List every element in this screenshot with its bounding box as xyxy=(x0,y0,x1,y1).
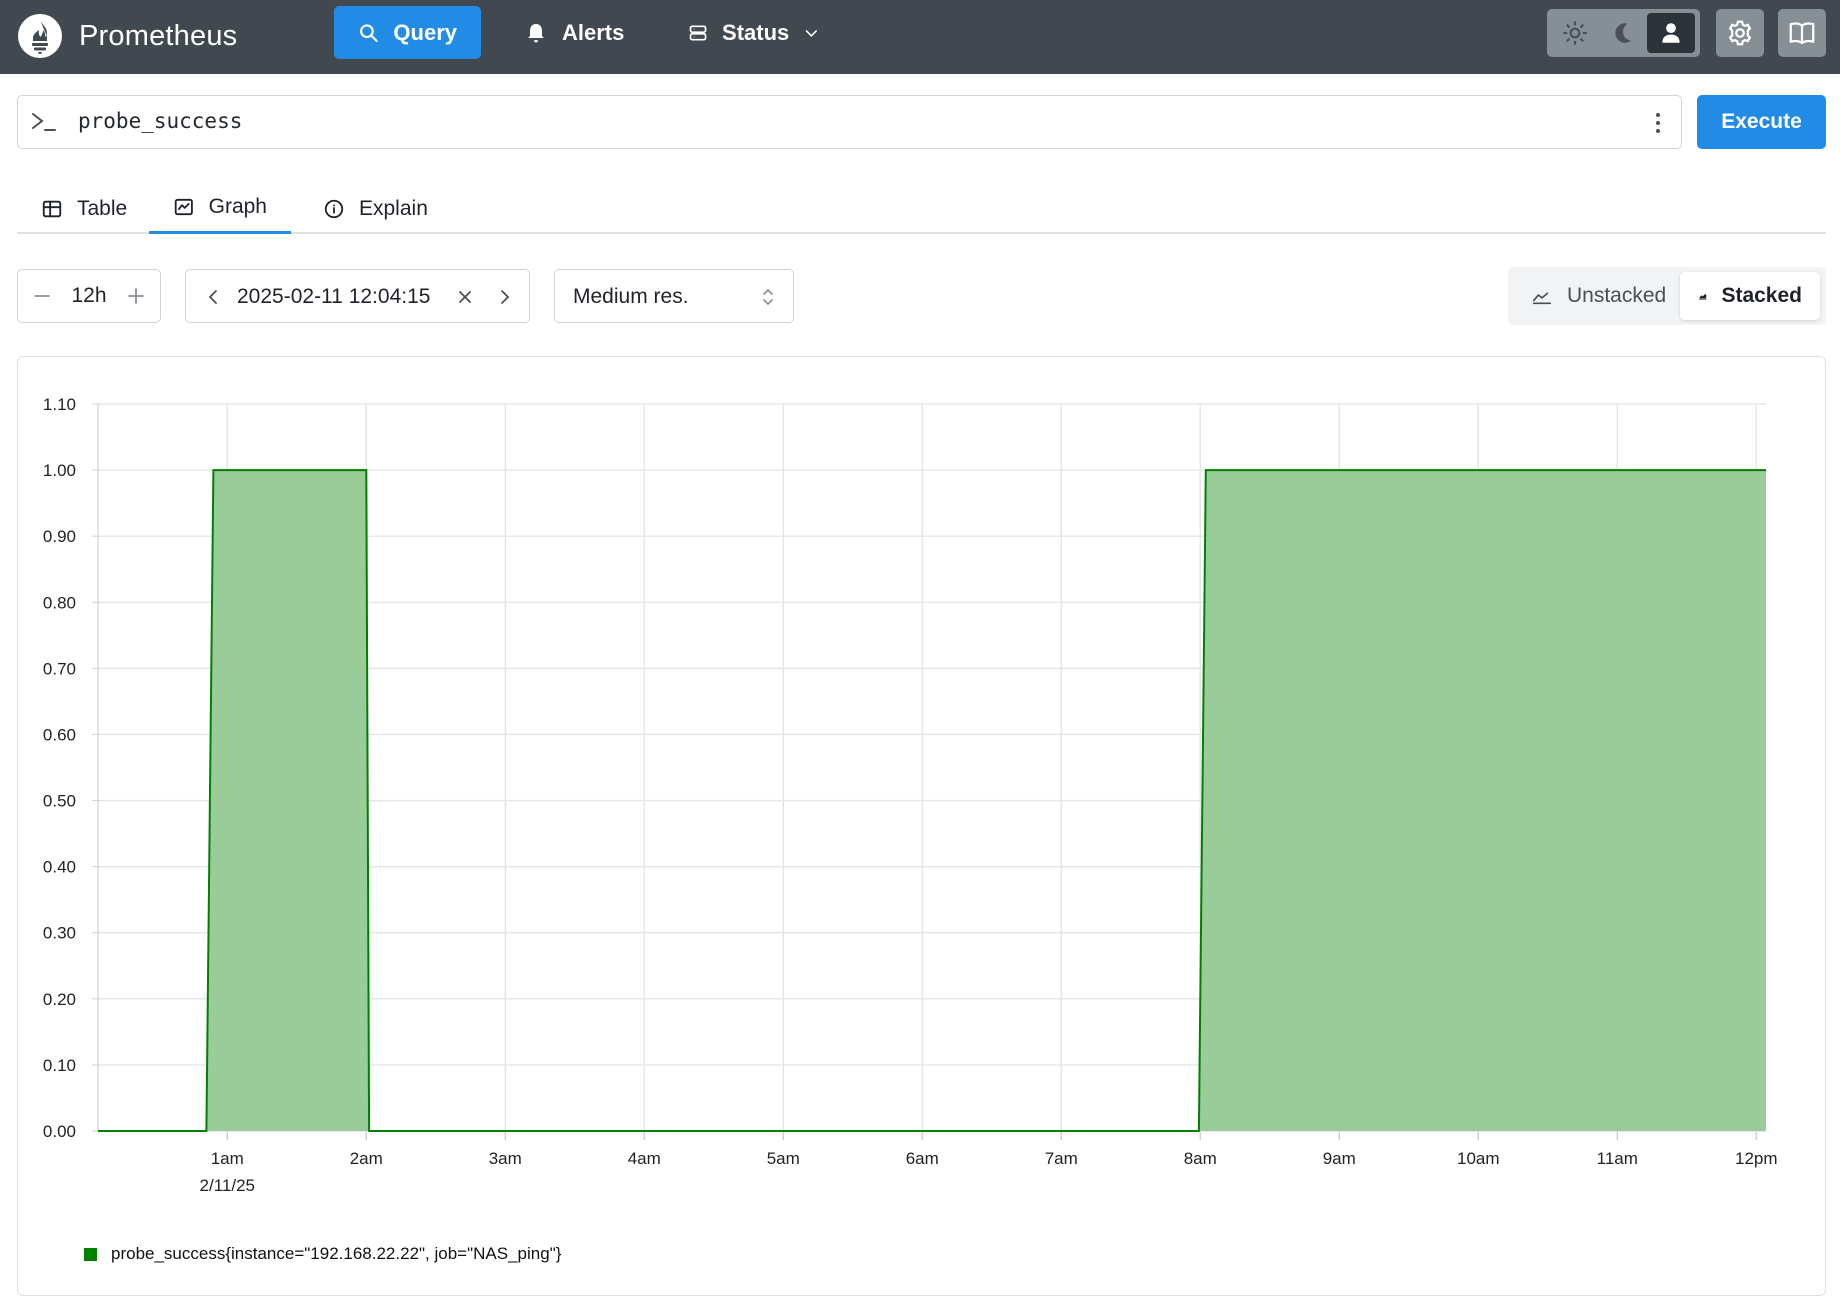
y-tick-label: 0.80 xyxy=(43,593,76,612)
view-tabs: Table Graph Explain xyxy=(17,183,1826,234)
unstacked-button[interactable]: Unstacked xyxy=(1513,272,1684,320)
legend-series-label[interactable]: probe_success{instance="192.168.22.22", … xyxy=(111,1244,561,1264)
book-icon xyxy=(1789,22,1815,45)
brand[interactable]: Prometheus xyxy=(17,10,237,62)
y-tick-label: 0.00 xyxy=(43,1122,76,1141)
legend: probe_success{instance="192.168.22.22", … xyxy=(84,1244,561,1264)
tab-table[interactable]: Table xyxy=(17,183,151,234)
resolution-select[interactable]: Medium res. xyxy=(554,269,794,323)
chevron-right-icon[interactable] xyxy=(494,287,514,307)
selector-icon xyxy=(763,288,773,306)
unstacked-label: Unstacked xyxy=(1567,284,1667,307)
line-chart-icon xyxy=(1532,292,1552,305)
server-icon xyxy=(689,24,707,41)
x-tick-label: 6am xyxy=(906,1149,939,1168)
resolution-value: Medium res. xyxy=(573,285,689,308)
end-time-input[interactable]: 2025-02-11 12:04:15 xyxy=(185,269,530,323)
navbar: Prometheus Query Alerts Status xyxy=(0,0,1840,74)
sun-icon xyxy=(1563,21,1587,45)
nav-alerts-button[interactable]: Alerts xyxy=(500,6,650,59)
theme-light-button[interactable] xyxy=(1551,13,1599,53)
app-name: Prometheus xyxy=(79,19,238,52)
nav-query-button[interactable]: Query xyxy=(334,6,481,59)
tab-explain[interactable]: Explain xyxy=(299,183,452,234)
moon-icon xyxy=(1615,23,1632,43)
plus-icon[interactable] xyxy=(126,286,146,306)
chevron-down-icon xyxy=(806,29,818,37)
nav-status-dropdown[interactable]: Status xyxy=(664,6,844,59)
theme-toggle-group xyxy=(1547,9,1700,57)
y-tick-label: 0.60 xyxy=(43,725,76,744)
tab-graph-label: Graph xyxy=(208,195,267,218)
search-icon xyxy=(360,23,378,42)
graph-panel: 0.00 0.10 0.20 0.30 0.40 0.50 0.60 0.70 0.80 0.90… xyxy=(17,356,1826,1296)
x-tick-label: 3am xyxy=(489,1149,522,1168)
chevron-left-icon[interactable] xyxy=(204,287,224,307)
y-tick-label: 1.10 xyxy=(43,395,76,414)
x-tick-label: 11am xyxy=(1597,1149,1638,1168)
theme-auto-button[interactable] xyxy=(1647,13,1695,53)
nav-query-label: Query xyxy=(393,19,457,45)
stack-mode-toggle: Unstacked Stacked xyxy=(1508,267,1826,325)
tab-graph[interactable]: Graph xyxy=(149,183,291,234)
x-tick-sublabel: 2/11/25 xyxy=(200,1176,255,1195)
y-tick-label: 0.20 xyxy=(43,990,76,1009)
close-icon[interactable] xyxy=(455,287,475,307)
gear-icon xyxy=(1728,20,1752,46)
stacked-label: Stacked xyxy=(1721,284,1802,307)
x-tick-label: 5am xyxy=(767,1149,800,1168)
x-tick-label: 2am xyxy=(350,1149,383,1168)
bell-icon xyxy=(528,23,544,42)
documentation-button[interactable] xyxy=(1778,9,1826,57)
legend-swatch[interactable] xyxy=(84,1247,97,1261)
x-tick-label: 8am xyxy=(1184,1149,1217,1168)
prometheus-logo-icon xyxy=(18,14,62,58)
tab-explain-label: Explain xyxy=(359,196,428,220)
tab-table-label: Table xyxy=(77,196,128,220)
area-chart-icon xyxy=(1699,294,1707,300)
y-tick-label: 0.70 xyxy=(43,659,76,678)
stacked-button[interactable]: Stacked xyxy=(1680,272,1820,320)
execute-button[interactable]: Execute xyxy=(1697,95,1826,149)
y-tick-label: 1.00 xyxy=(43,461,76,480)
x-tick-label: 12pm xyxy=(1735,1149,1778,1168)
terminal-prompt-icon xyxy=(32,113,56,131)
expression-text: probe_success xyxy=(78,109,243,133)
x-tick-label: 1am xyxy=(211,1149,244,1168)
dots-vertical-icon xyxy=(1656,113,1660,133)
y-tick-label: 0.10 xyxy=(43,1056,76,1075)
info-icon xyxy=(324,199,344,218)
minus-icon[interactable] xyxy=(32,286,52,306)
x-tick-label: 10am xyxy=(1457,1149,1500,1168)
graph-chart[interactable]: 0.00 0.10 0.20 0.30 0.40 0.50 0.60 0.70 0.80 0.90… xyxy=(18,357,1825,1217)
x-tick-label: 9am xyxy=(1323,1149,1356,1168)
y-tick-label: 0.90 xyxy=(43,527,76,546)
graph-icon xyxy=(174,198,193,216)
expression-options-button[interactable] xyxy=(1645,108,1671,138)
x-tick-label: 4am xyxy=(628,1149,661,1168)
theme-dark-button[interactable] xyxy=(1599,13,1647,53)
range-value: 12h xyxy=(71,284,107,307)
y-tick-label: 0.40 xyxy=(43,858,76,877)
table-icon xyxy=(42,200,62,217)
range-input[interactable]: 12h xyxy=(17,269,161,323)
nav-alerts-label: Alerts xyxy=(562,19,625,45)
y-tick-label: 0.30 xyxy=(43,924,76,943)
nav-status-label: Status xyxy=(722,19,790,45)
y-tick-label: 0.50 xyxy=(43,792,76,811)
settings-button[interactable] xyxy=(1716,9,1764,57)
expression-input[interactable]: probe_success xyxy=(17,95,1682,149)
user-icon xyxy=(1662,23,1680,43)
end-time-value: 2025-02-11 12:04:15 xyxy=(237,285,431,308)
x-tick-label: 7am xyxy=(1045,1149,1078,1168)
